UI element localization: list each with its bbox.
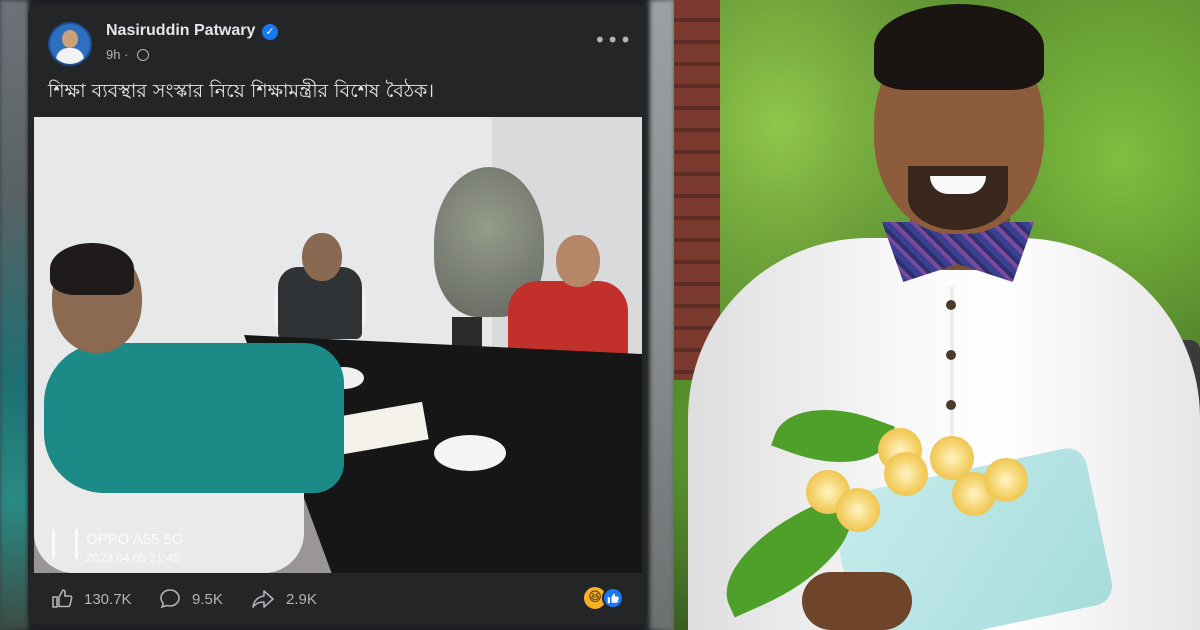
left-blur-strip bbox=[0, 0, 28, 630]
share-button[interactable]: 2.9K bbox=[250, 587, 317, 611]
post-header: Nasiruddin Patwary ✓ 9h · ••• bbox=[28, 5, 648, 75]
verified-badge-icon: ✓ bbox=[262, 24, 278, 40]
post-caption: শিক্ষা ব্যবস্থার সংস্কার নিয়ে শিক্ষামন্… bbox=[48, 80, 435, 102]
portrait-button bbox=[946, 400, 956, 410]
bouquet-flower bbox=[984, 458, 1028, 502]
post-photo[interactable]: OPPO A55 5G 2023.04.05 21:45 bbox=[34, 117, 642, 573]
like-reaction-icon bbox=[602, 587, 624, 609]
share-icon bbox=[252, 590, 274, 608]
watermark-datetime: 2023.04.05 21:45 bbox=[86, 551, 180, 565]
portrait-man-hand bbox=[802, 572, 912, 630]
like-button[interactable]: 130.7K bbox=[50, 587, 132, 611]
post-time[interactable]: 9h · bbox=[106, 47, 128, 62]
post-actions-bar: 130.7K 9.5K 2.9K 😆 bbox=[28, 577, 648, 625]
photo-plant-pot bbox=[452, 317, 482, 349]
like-count: 130.7K bbox=[84, 590, 132, 608]
right-blur-strip bbox=[650, 0, 674, 630]
globe-icon bbox=[137, 49, 149, 61]
reaction-icons[interactable]: 😆 bbox=[584, 587, 628, 611]
share-count: 2.9K bbox=[286, 590, 317, 608]
thumbs-up-icon bbox=[52, 589, 73, 608]
author-name[interactable]: Nasiruddin Patwary bbox=[106, 22, 255, 40]
photo-man-middle-head bbox=[302, 233, 342, 281]
portrait-button bbox=[946, 350, 956, 360]
brick-wall bbox=[674, 0, 720, 380]
avatar-face bbox=[62, 30, 78, 48]
comment-count: 9.5K bbox=[192, 590, 223, 608]
portrait-button bbox=[946, 300, 956, 310]
photo-man-left-hair bbox=[50, 243, 134, 295]
more-options-icon[interactable]: ••• bbox=[594, 30, 631, 50]
photo-man-right-head bbox=[556, 235, 600, 287]
comment-button[interactable]: 9.5K bbox=[158, 587, 223, 611]
photo-man-left-body bbox=[44, 343, 344, 493]
bouquet-flower bbox=[836, 488, 880, 532]
facebook-post-card: Nasiruddin Patwary ✓ 9h · ••• শিক্ষা ব্য… bbox=[28, 5, 648, 625]
watermark-device: OPPO A55 5G bbox=[86, 531, 184, 548]
photo-plate bbox=[434, 435, 506, 471]
camera-watermark-icon bbox=[52, 529, 78, 559]
comment-icon bbox=[160, 589, 180, 609]
portrait-photo bbox=[674, 0, 1200, 630]
bouquet-flower bbox=[884, 452, 928, 496]
author-avatar[interactable] bbox=[48, 22, 92, 66]
avatar-shirt bbox=[56, 48, 84, 64]
portrait-man-hair bbox=[874, 4, 1044, 90]
